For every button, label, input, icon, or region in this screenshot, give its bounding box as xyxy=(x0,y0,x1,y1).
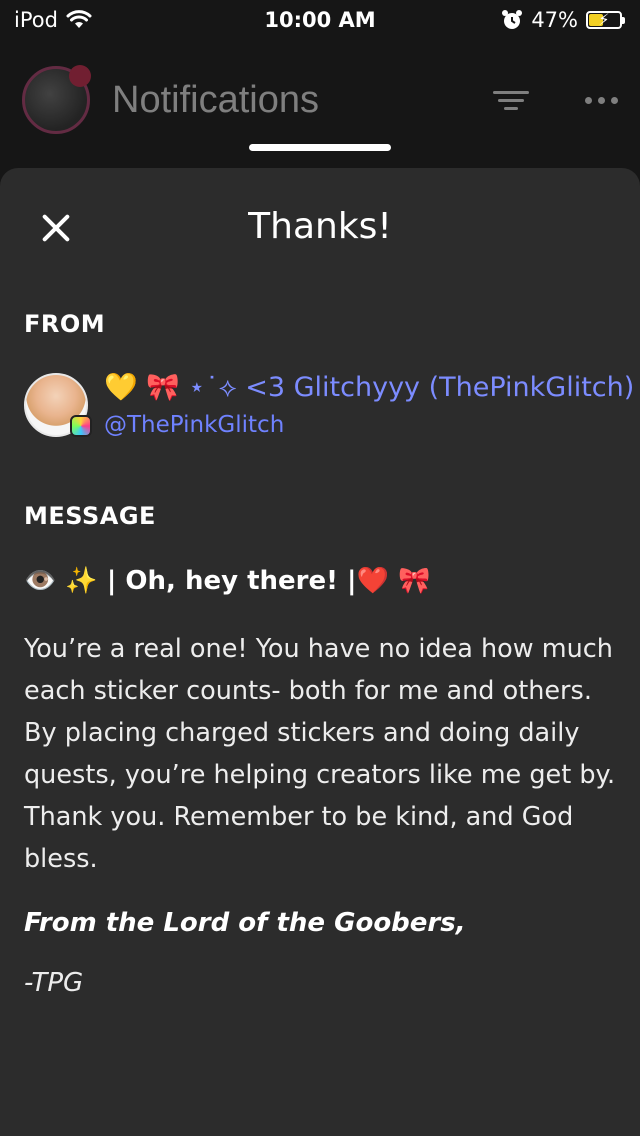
sheet-grabber[interactable] xyxy=(249,144,391,151)
app-actions xyxy=(493,90,618,110)
avatar-notification-dot xyxy=(69,65,91,87)
sheet-title: Thanks! xyxy=(248,205,392,247)
filter-icon[interactable] xyxy=(493,90,529,110)
more-icon[interactable] xyxy=(585,96,618,104)
app-avatar xyxy=(22,65,91,134)
battery-percent: 47% xyxy=(531,8,578,32)
sender-handle[interactable]: @ThePinkGlitch xyxy=(104,412,634,438)
sender-row[interactable]: 💛 🎀 ⋆˙⟡ <3 Glitchyyy (ThePinkGlitch) @Th… xyxy=(0,372,640,438)
thanks-sheet: Thanks! FROM 💛 🎀 ⋆˙⟡ <3 Glitchyyy (ThePi… xyxy=(0,168,640,1136)
status-bar: iPod 10:00 AM 47% ⚡ xyxy=(0,0,640,40)
message-greeting: 👁️ ✨ | Oh, hey there! |❤️ 🎀 xyxy=(24,566,431,596)
message-body: You’re a real one! You have no idea how … xyxy=(24,634,616,874)
alarm-icon xyxy=(502,10,523,29)
charging-bolt-icon: ⚡ xyxy=(598,10,610,29)
from-label: FROM xyxy=(24,310,106,338)
carrier-label: iPod xyxy=(14,8,58,32)
app-title: Notifications xyxy=(112,78,319,121)
close-icon xyxy=(41,213,71,243)
sender-info: 💛 🎀 ⋆˙⟡ <3 Glitchyyy (ThePinkGlitch) @Th… xyxy=(104,372,634,438)
battery-icon: ⚡ xyxy=(586,10,625,29)
message-signoff: From the Lord of the Goobers, xyxy=(24,908,466,938)
screen: iPod 10:00 AM 47% ⚡ Notifications Thanks… xyxy=(0,0,640,1136)
message-label: MESSAGE xyxy=(24,502,156,530)
status-left: iPod xyxy=(14,8,92,32)
sender-display-name[interactable]: 💛 🎀 ⋆˙⟡ <3 Glitchyyy (ThePinkGlitch) xyxy=(104,372,634,404)
app-header: Notifications xyxy=(0,40,640,160)
sender-avatar[interactable] xyxy=(24,373,92,437)
wifi-icon xyxy=(66,10,92,28)
close-button[interactable] xyxy=(32,204,80,252)
sheet-header: Thanks! xyxy=(0,168,640,284)
message-initials: -TPG xyxy=(24,968,84,998)
avatar-frame-badge-icon xyxy=(70,415,92,437)
status-right: 47% ⚡ xyxy=(501,8,625,32)
